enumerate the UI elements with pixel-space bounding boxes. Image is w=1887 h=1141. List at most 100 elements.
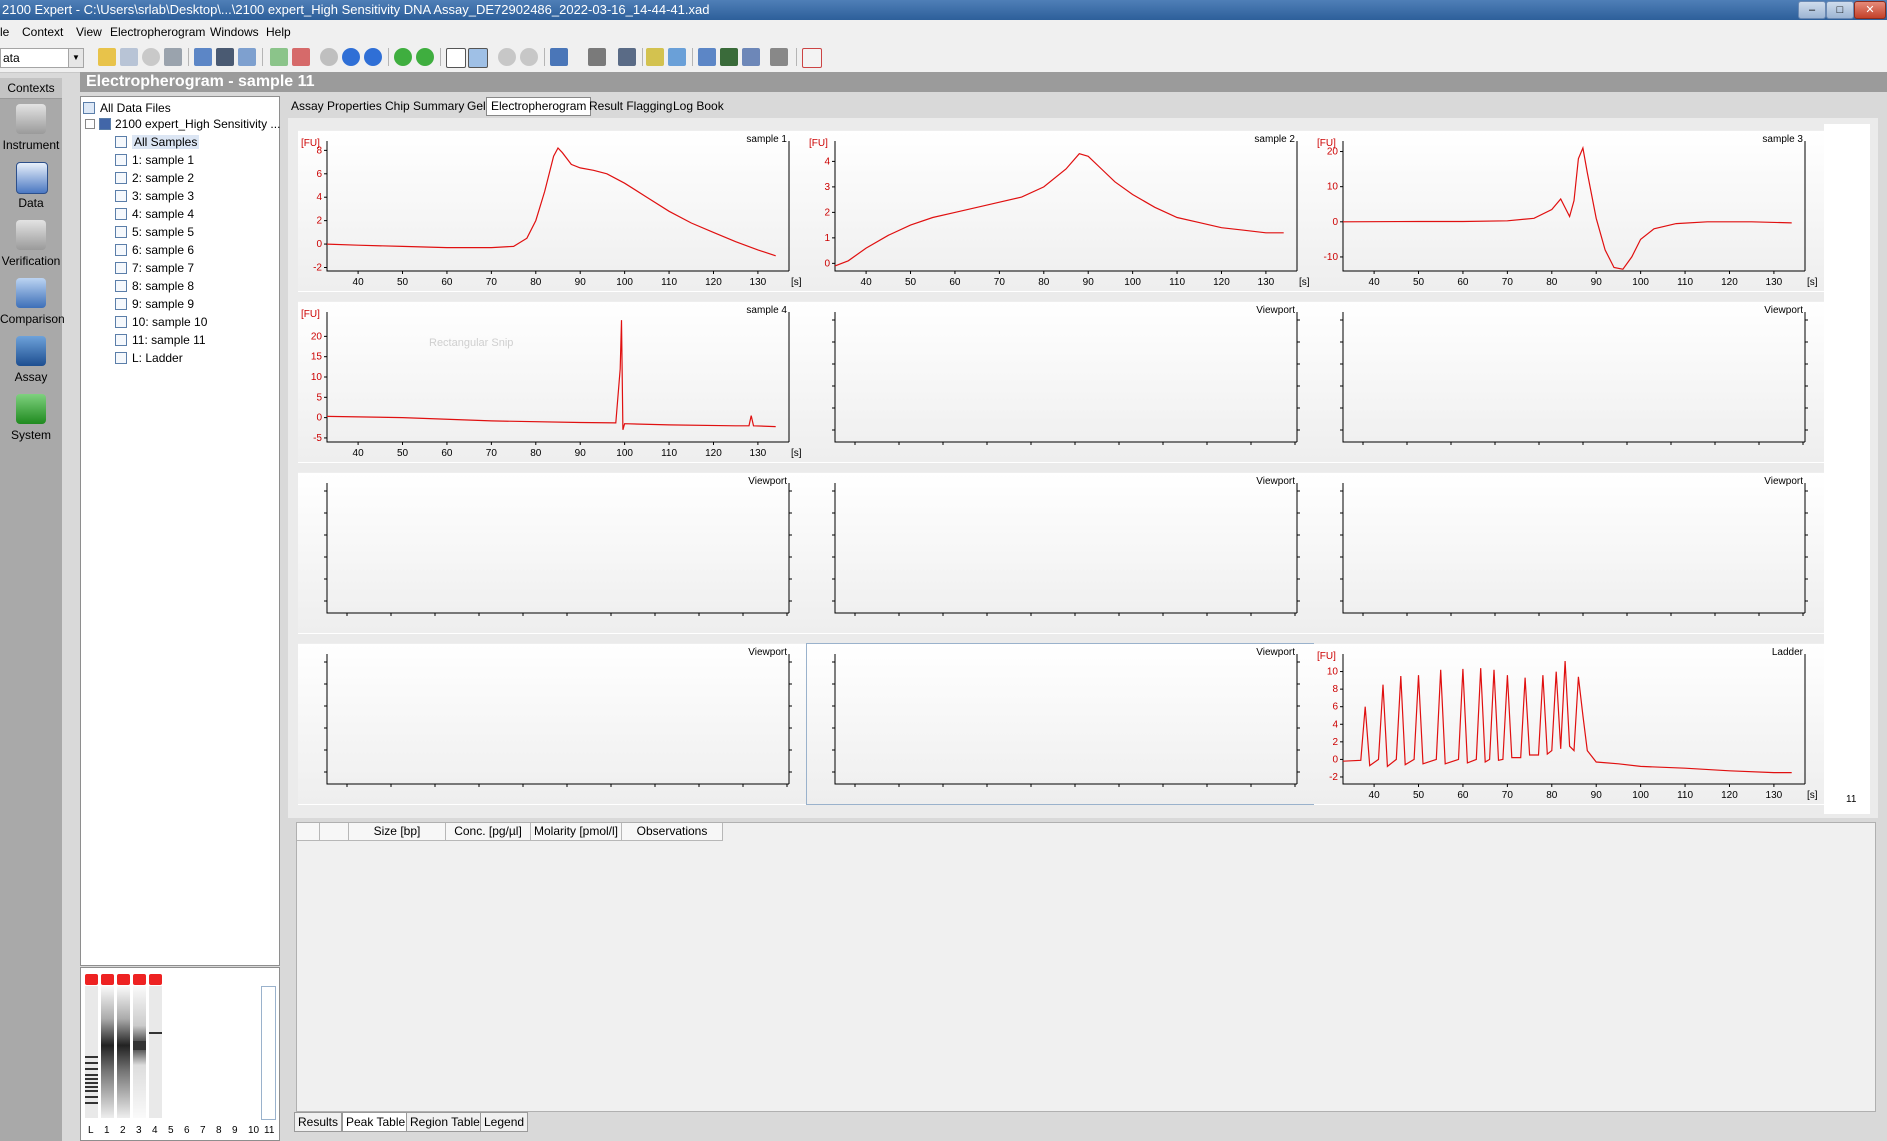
zoom-in-icon[interactable] (498, 48, 516, 66)
tab-result-flagging[interactable]: Result Flagging (584, 97, 677, 116)
open-icon[interactable] (98, 48, 116, 66)
toolbar: ata ▼ (0, 42, 1887, 73)
gel-lane[interactable] (133, 986, 146, 1118)
context-instrument[interactable]: Instrument (0, 102, 62, 160)
refresh-icon[interactable] (142, 48, 160, 66)
single-view-icon[interactable] (446, 48, 466, 68)
context-data[interactable]: Data (0, 160, 62, 218)
y-tick-label: 6 (1332, 702, 1338, 713)
tab-results[interactable]: Results (294, 1112, 343, 1132)
table-header[interactable] (297, 823, 320, 841)
axis-tool-icon[interactable] (802, 48, 822, 68)
multi-view-icon[interactable] (468, 48, 488, 68)
image-icon[interactable] (720, 48, 738, 66)
tab-peak-table[interactable]: Peak Table (342, 1112, 410, 1132)
back-arrow-icon[interactable] (394, 48, 412, 66)
table-icon[interactable] (698, 48, 716, 66)
gel-lane[interactable] (149, 986, 162, 1118)
viewport-plot: 8 6 4 2 0 -2 40 50 60 70 80 90 100 110 120 130 [s] (313, 141, 802, 288)
close-button[interactable]: ✕ (1854, 1, 1886, 19)
chart-icon[interactable] (292, 48, 310, 66)
tab-electropherogram[interactable]: Electropherogram (486, 97, 592, 116)
context-combo[interactable]: ata ▼ (0, 48, 84, 68)
lane-alert-icon[interactable] (117, 974, 130, 985)
viewport-plot (832, 483, 1300, 616)
grid-icon[interactable] (270, 48, 288, 66)
tab-region-table[interactable]: Region Table (406, 1112, 484, 1132)
viewport[interactable]: Ladder [FU] 10 8 6 4 2 0 -2 40 50 60 70 80 90 100 110 120… (1314, 643, 1826, 805)
menu-view[interactable]: View (76, 25, 102, 39)
minimize-button[interactable]: – (1798, 1, 1826, 19)
menu-context[interactable]: Context (22, 25, 63, 39)
viewport[interactable]: sample 4 [FU] 20 15 10 5 0 -5 40 50 60 70 80 90 100 110… (298, 301, 810, 463)
print-icon[interactable] (164, 48, 182, 66)
lane-alert-icon[interactable] (85, 974, 98, 985)
tab-legend[interactable]: Legend (480, 1112, 529, 1132)
tree-view-icon[interactable] (194, 48, 212, 66)
tree-item-label: 8: sample 8 (132, 279, 195, 293)
viewport[interactable]: Viewport (298, 643, 810, 805)
stop-icon[interactable] (364, 48, 382, 66)
menu-file[interactable]: le (0, 25, 9, 39)
context-verification[interactable]: Verification (0, 218, 62, 276)
gel-lane[interactable] (117, 986, 130, 1118)
lane-alert-icon[interactable] (149, 974, 162, 985)
table-header-concentration[interactable]: Conc. [pg/µl] (446, 823, 531, 841)
collapse-icon[interactable] (85, 119, 95, 129)
viewport[interactable]: sample 1 [FU] 8 6 4 2 0 -2 40 50 60 70 80 90 100 110 120… (298, 130, 810, 292)
context-label: System (10, 428, 51, 442)
tab-log-book[interactable]: Log Book (668, 97, 729, 116)
x-tick-label: 80 (1546, 277, 1558, 288)
table-header-observations[interactable]: Observations (622, 823, 723, 841)
viewport[interactable]: Viewport (1314, 472, 1826, 634)
electropherogram-trace (834, 153, 1284, 267)
snip-tool-icon[interactable] (618, 48, 636, 66)
electropherogram-trace (326, 320, 776, 430)
maximize-button[interactable]: □ (1826, 1, 1854, 19)
viewport[interactable]: Viewport (298, 472, 810, 634)
all-files-icon (83, 102, 95, 114)
viewport[interactable]: Viewport (806, 643, 1318, 805)
gel-lane[interactable] (85, 986, 98, 1118)
zoom-out-icon[interactable] (520, 48, 538, 66)
viewport[interactable]: sample 2 [FU] 4 3 2 1 0 40 50 60 70 80 90 100 110 120 13… (806, 130, 1318, 292)
pause-icon[interactable] (342, 48, 360, 66)
scale-icon[interactable] (668, 48, 686, 66)
gel-lane-selected[interactable] (261, 986, 276, 1120)
gel-lane[interactable] (101, 986, 114, 1118)
settings-icon[interactable] (770, 48, 788, 66)
gel-view-icon[interactable] (238, 48, 256, 66)
table-header-molarity[interactable]: Molarity [pmol/l] (531, 823, 622, 841)
side-label: 11 (1846, 794, 1857, 805)
tab-chip-summary[interactable]: Chip Summary (380, 97, 469, 116)
overlay-icon[interactable] (646, 48, 664, 66)
table-header-size[interactable]: Size [bp] (349, 823, 446, 841)
forward-arrow-icon[interactable] (416, 48, 434, 66)
lane-label: 5 (168, 1125, 174, 1136)
lane-alert-icon[interactable] (133, 974, 146, 985)
table-header[interactable] (320, 823, 349, 841)
export-icon[interactable] (742, 48, 760, 66)
context-comparison[interactable]: Comparison (0, 276, 65, 334)
chevron-down-icon[interactable]: ▼ (68, 49, 83, 67)
lane-alert-icon[interactable] (101, 974, 114, 985)
viewport[interactable]: Viewport (806, 301, 1318, 463)
lane-label: 7 (200, 1125, 206, 1136)
menu-windows[interactable]: Windows (210, 25, 259, 39)
x-tick-label: 120 (1721, 790, 1738, 801)
context-system[interactable]: System (0, 392, 62, 450)
menu-electropherogram[interactable]: Electropherogram (110, 25, 205, 39)
pointer-tool-icon[interactable] (588, 48, 606, 66)
menu-help[interactable]: Help (266, 25, 291, 39)
plot-axes (834, 141, 1298, 272)
play-icon[interactable] (320, 48, 338, 66)
viewport[interactable]: sample 3 [FU] 20 10 0 -10 40 50 60 70 80 90 100 110 12… (1314, 130, 1826, 292)
viewport[interactable]: Viewport (806, 472, 1318, 634)
context-assay[interactable]: Assay (0, 334, 62, 392)
save-icon[interactable] (120, 48, 138, 66)
peak-tool-icon[interactable] (550, 48, 568, 66)
panel-view-icon[interactable] (216, 48, 234, 66)
viewport[interactable]: Viewport (1314, 301, 1826, 463)
tree-item-label: 9: sample 9 (132, 297, 195, 311)
tab-assay-properties[interactable]: Assay Properties (286, 97, 387, 116)
